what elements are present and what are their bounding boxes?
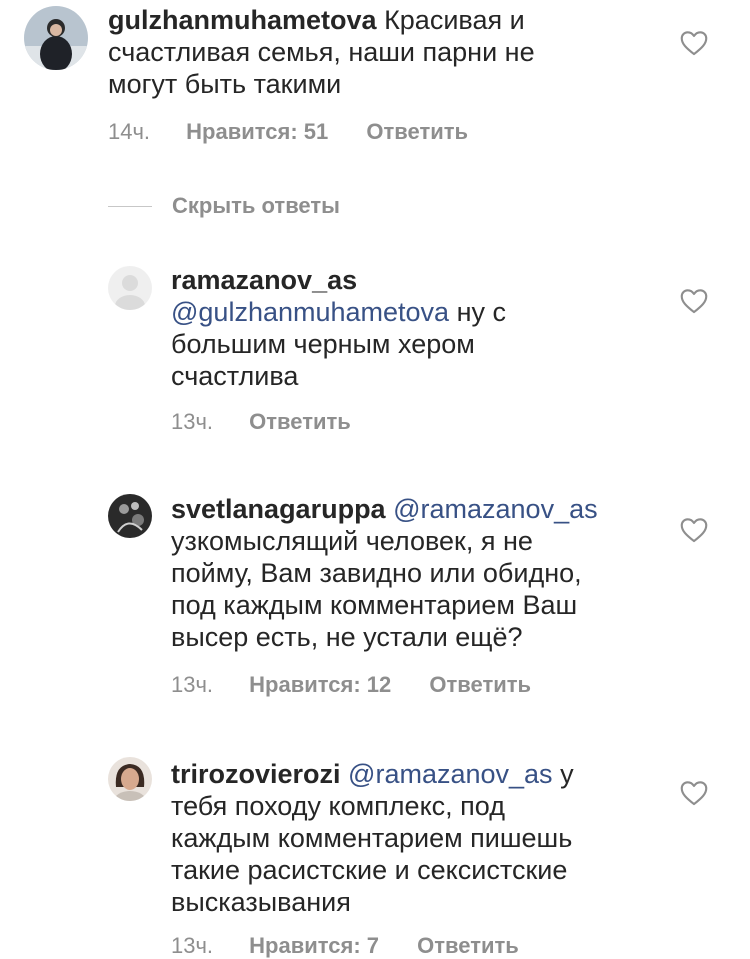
comment-body: узкомыслящий человек, я не bbox=[171, 526, 533, 556]
reply-button[interactable]: Ответить bbox=[429, 672, 531, 698]
hide-replies-button[interactable]: Скрыть ответы bbox=[108, 192, 340, 220]
divider bbox=[108, 205, 152, 207]
comment-meta: 14ч. Нравится: 51 Ответить bbox=[108, 119, 468, 145]
comment-body: каждым комментарием пишешь bbox=[171, 823, 573, 853]
comment-meta: 13ч. Нравится: 7 Ответить bbox=[171, 933, 519, 959]
mention-link[interactable]: @ramazanov_as bbox=[393, 494, 598, 524]
comment-text: trirozovierozi @ramazanov_as у тебя похо… bbox=[171, 758, 574, 918]
comment-time[interactable]: 13ч. bbox=[171, 672, 213, 698]
comment-body: под каждым комментарием Ваш bbox=[171, 590, 578, 620]
likes-count[interactable]: Нравится: 12 bbox=[249, 672, 391, 698]
heart-outline-icon[interactable] bbox=[680, 30, 708, 56]
likes-count[interactable]: Нравится: 7 bbox=[249, 933, 379, 959]
comment-meta: 13ч. Нравится: 12 Ответить bbox=[171, 672, 531, 698]
mention-link[interactable]: @gulzhanmuhametova bbox=[171, 297, 449, 327]
comment-body: пойму, Вам завидно или обидно, bbox=[171, 558, 582, 588]
comment-text: gulzhanmuhametova Красивая и счастливая … bbox=[108, 4, 535, 100]
comment-meta: 13ч. Ответить bbox=[171, 409, 351, 435]
comment-body: такие расистские и сексистские bbox=[171, 855, 568, 885]
comment-body: счастлива bbox=[171, 361, 299, 391]
reply-button[interactable]: Ответить bbox=[249, 409, 351, 435]
heart-outline-icon[interactable] bbox=[680, 780, 708, 806]
hide-replies-label: Скрыть ответы bbox=[172, 193, 340, 218]
avatar[interactable] bbox=[108, 494, 152, 538]
reply-button[interactable]: Ответить bbox=[417, 933, 519, 959]
comment-text: ramazanov_as @gulzhanmuhametova ну с бол… bbox=[171, 264, 506, 392]
comment-body: Красивая и bbox=[384, 5, 525, 35]
comment-body: тебя походу комплекс, под bbox=[171, 791, 505, 821]
avatar[interactable] bbox=[24, 6, 88, 70]
comment-body: ну с bbox=[456, 297, 507, 327]
default-avatar-icon bbox=[108, 266, 152, 310]
comment-body: высказывания bbox=[171, 887, 351, 917]
avatar[interactable] bbox=[108, 757, 152, 801]
comment-time[interactable]: 13ч. bbox=[171, 409, 213, 435]
comment-body: могут быть такими bbox=[108, 69, 342, 99]
likes-count[interactable]: Нравится: 51 bbox=[186, 119, 328, 145]
comment-body: высер есть, не устали ещё? bbox=[171, 622, 523, 652]
username-link[interactable]: trirozovierozi bbox=[171, 759, 341, 789]
comment-body: счастливая семья, наши парни не bbox=[108, 37, 535, 67]
comment-time[interactable]: 13ч. bbox=[171, 933, 213, 959]
mention-link[interactable]: @ramazanov_as bbox=[348, 759, 553, 789]
comment-body: у bbox=[560, 759, 574, 789]
reply-button[interactable]: Ответить bbox=[366, 119, 468, 145]
username-link[interactable]: gulzhanmuhametova bbox=[108, 5, 377, 35]
username-link[interactable]: svetlanagaruppa bbox=[171, 494, 386, 524]
username-link[interactable]: ramazanov_as bbox=[171, 264, 506, 296]
heart-outline-icon[interactable] bbox=[680, 517, 708, 543]
comment-body: большим черным хером bbox=[171, 329, 475, 359]
heart-outline-icon[interactable] bbox=[680, 288, 708, 314]
comment-time[interactable]: 14ч. bbox=[108, 119, 150, 145]
comment-text: svetlanagaruppa @ramazanov_as узкомыслящ… bbox=[171, 493, 598, 653]
avatar[interactable] bbox=[108, 266, 152, 310]
